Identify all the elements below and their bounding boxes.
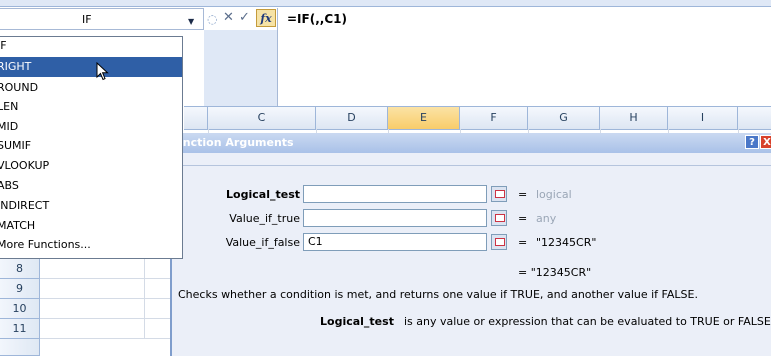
function-item[interactable]: MID xyxy=(0,117,182,137)
formula-text: =IF(,,C1) xyxy=(287,12,347,26)
grid-cell[interactable] xyxy=(40,279,170,299)
insert-function-icon[interactable]: fx xyxy=(256,9,276,27)
gridline xyxy=(144,259,145,279)
gridline xyxy=(144,319,145,339)
help-icon[interactable]: ? xyxy=(745,135,759,149)
grid-cell[interactable] xyxy=(40,259,170,279)
collapse-dialog-icon[interactable] xyxy=(491,210,507,226)
collapse-dialog-icon[interactable] xyxy=(491,186,507,202)
formula-result: = "12345CR" xyxy=(518,266,592,279)
col-I[interactable]: I xyxy=(668,107,738,129)
function-item-highlighted[interactable]: RIGHT xyxy=(0,57,182,77)
grid-cell[interactable] xyxy=(40,319,170,339)
col-D[interactable]: D xyxy=(316,107,388,129)
argument-help: Logical_test is any value or expression t… xyxy=(320,315,771,328)
value-if-false-input[interactable]: C1 xyxy=(303,233,487,251)
column-header-bar: C D E F G H I xyxy=(184,106,771,130)
group-divider xyxy=(172,165,771,166)
name-box-value: IF xyxy=(82,13,92,26)
collapse-dialog-icon[interactable] xyxy=(491,234,507,250)
row-header-10[interactable]: 10 xyxy=(0,299,40,319)
function-item[interactable]: VLOOKUP xyxy=(0,156,182,176)
arg-label-value-if-true: Value_if_true xyxy=(229,212,300,225)
mouse-cursor-icon xyxy=(96,62,109,81)
row-header-12[interactable] xyxy=(0,339,40,356)
function-item[interactable]: ROUND xyxy=(0,78,182,98)
close-icon[interactable]: X xyxy=(760,135,771,149)
arg-result-value: "12345CR" xyxy=(536,236,597,249)
equals-sign: = xyxy=(518,212,528,225)
argument-help-name: Logical_test xyxy=(320,315,394,328)
function-item[interactable]: INDIRECT xyxy=(0,196,182,216)
col-E[interactable]: E xyxy=(388,107,460,129)
argument-help-text: is any value or expression that can be e… xyxy=(403,315,771,328)
formula-input[interactable]: =IF(,,C1) xyxy=(277,8,771,106)
name-box[interactable]: IF ▼ xyxy=(0,8,204,30)
function-dropdown[interactable]: IF RIGHT ROUND LEN MID SUMIF VLOOKUP ABS… xyxy=(0,36,183,259)
gridline xyxy=(144,299,145,319)
cancel-icon[interactable]: ✕ xyxy=(223,10,234,25)
col-B[interactable] xyxy=(184,107,208,129)
formula-buttons: ◌ ✕ ✓ fx xyxy=(207,8,277,30)
function-item[interactable]: MATCH xyxy=(0,216,182,236)
col-H[interactable]: H xyxy=(600,107,668,129)
arg-result-logical: logical xyxy=(536,188,572,201)
function-arguments-dialog: Function Arguments ? X IF Logical_test =… xyxy=(168,133,771,356)
row-header-9[interactable]: 9 xyxy=(0,279,40,299)
function-item[interactable]: ABS xyxy=(0,176,182,196)
name-box-dropdown-icon[interactable]: ▼ xyxy=(188,17,194,26)
function-item-more[interactable]: More Functions... xyxy=(0,235,182,255)
arg-label-value-if-false: Value_if_false xyxy=(225,236,300,249)
ribbon-edge xyxy=(0,0,771,7)
dialog-title-bar[interactable]: Function Arguments ? X xyxy=(168,133,771,153)
function-item[interactable]: SUMIF xyxy=(0,136,182,156)
function-item[interactable]: LEN xyxy=(0,97,182,117)
col-G[interactable]: G xyxy=(528,107,600,129)
function-description: Checks whether a condition is met, and r… xyxy=(178,288,698,301)
enter-icon[interactable]: ✓ xyxy=(239,10,250,25)
logical-test-input[interactable] xyxy=(303,185,487,203)
col-C[interactable]: C xyxy=(208,107,316,129)
dialog-title: Function Arguments xyxy=(168,136,294,149)
formula-bar-gap xyxy=(204,30,277,106)
row-header-8[interactable]: 8 xyxy=(0,259,40,279)
row-header-11[interactable]: 11 xyxy=(0,319,40,339)
grid-cell[interactable] xyxy=(40,299,170,319)
value-if-true-input[interactable] xyxy=(303,209,487,227)
arg-result-any: any xyxy=(536,212,557,225)
col-F[interactable]: F xyxy=(460,107,528,129)
gridline xyxy=(144,279,145,299)
equals-sign: = xyxy=(518,236,528,249)
arg-label-logical-test: Logical_test xyxy=(226,188,300,201)
function-item[interactable]: IF xyxy=(0,36,182,56)
equals-sign: = xyxy=(518,188,528,201)
expand-icon[interactable]: ◌ xyxy=(207,12,217,26)
